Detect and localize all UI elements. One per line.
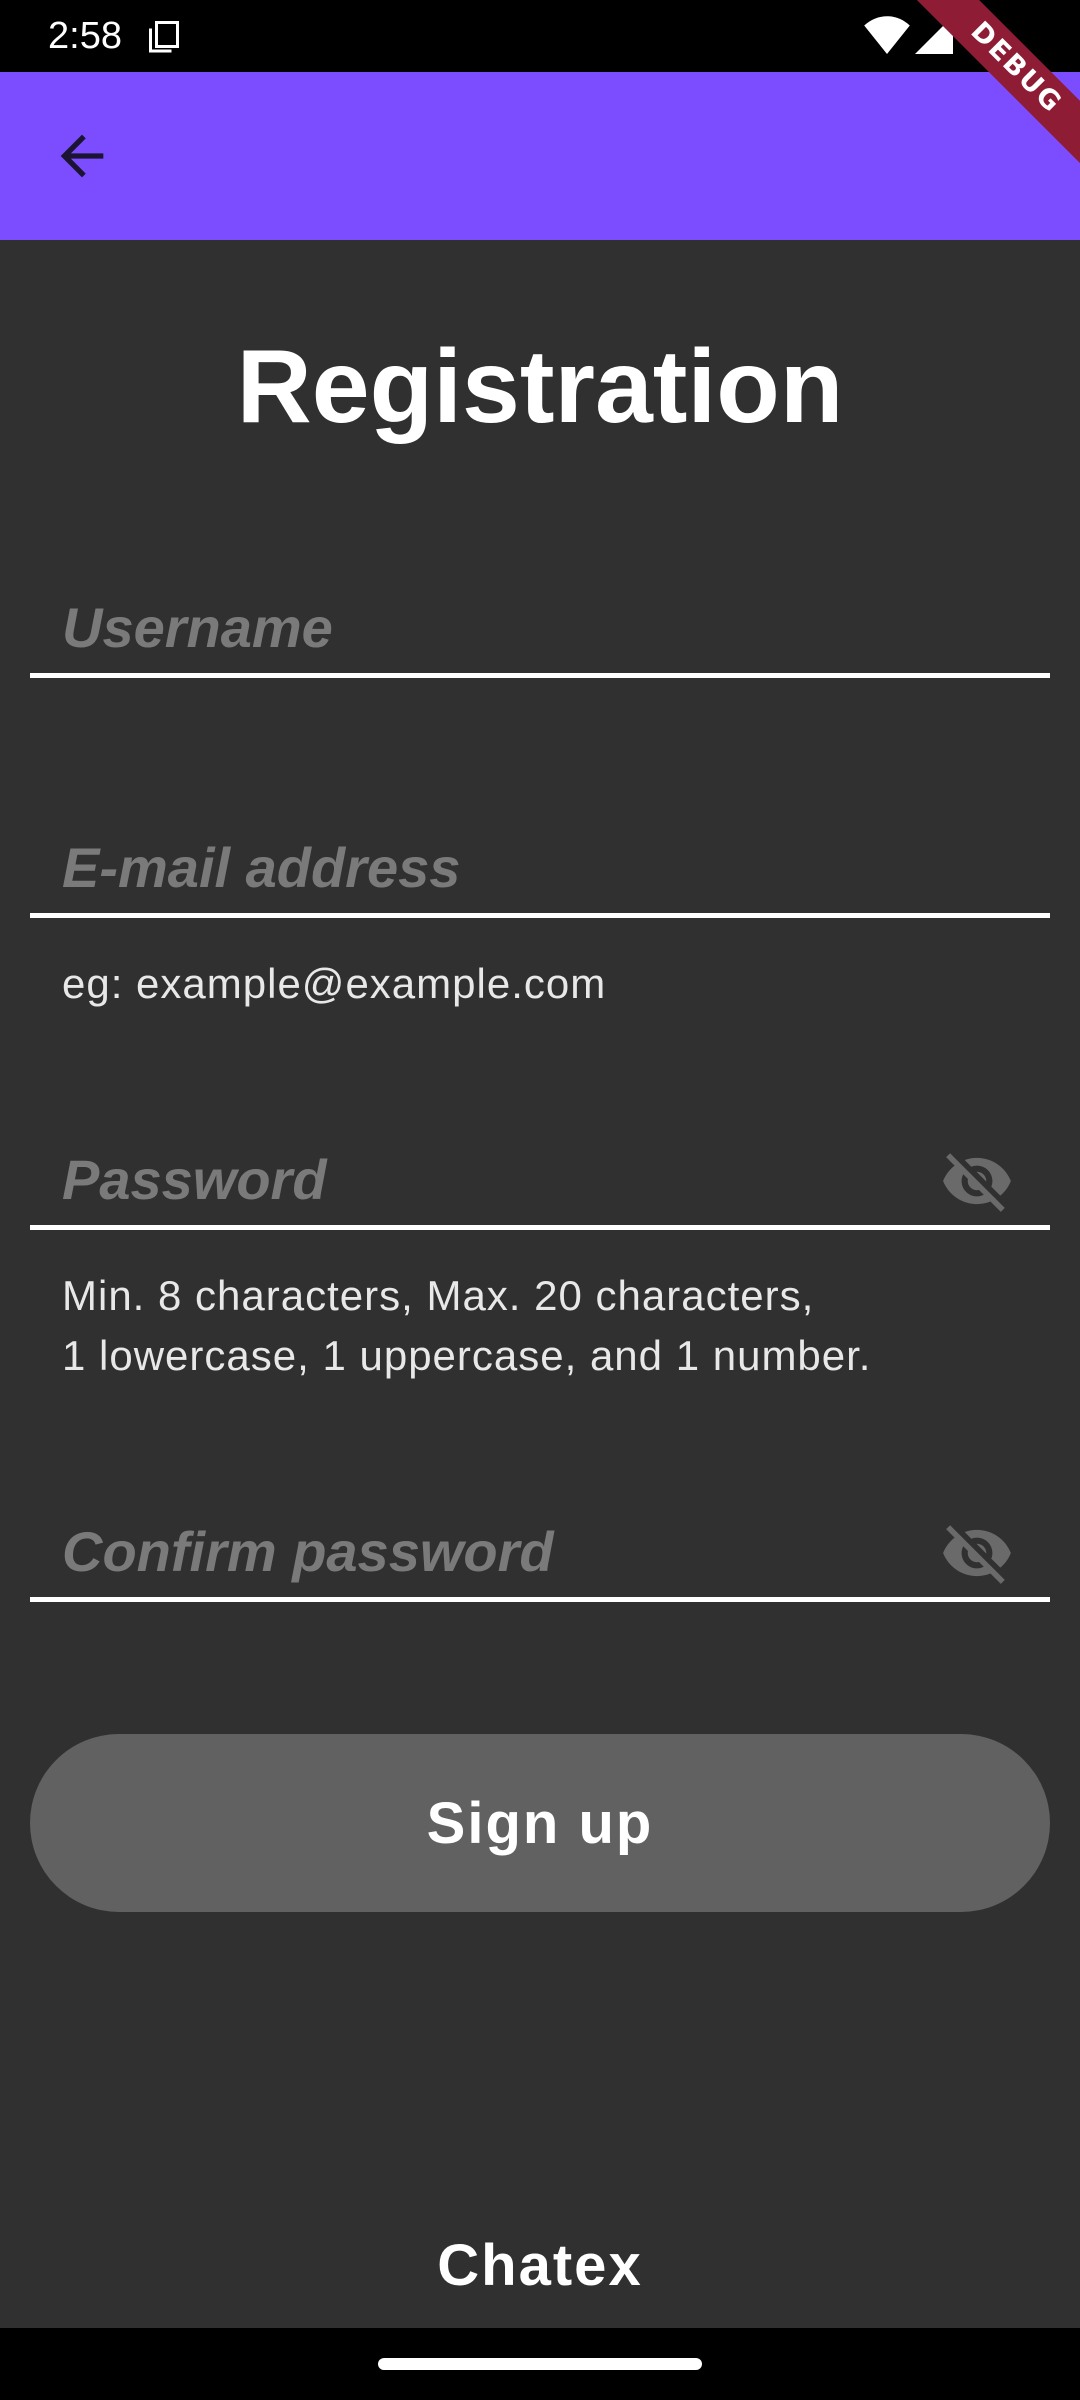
username-field[interactable] bbox=[30, 582, 1050, 678]
confirm-password-field-container bbox=[30, 1506, 1050, 1602]
password-helper-line-2: 1 lowercase, 1 uppercase, and 1 number. bbox=[62, 1332, 872, 1379]
cellular-signal-icon bbox=[915, 16, 953, 54]
sign-up-button[interactable]: Sign up bbox=[30, 1734, 1050, 1912]
visibility-off-icon[interactable] bbox=[940, 1516, 1014, 1590]
password-field-container bbox=[30, 1134, 1050, 1230]
app-bar bbox=[0, 72, 1080, 240]
navigation-bar bbox=[0, 2328, 1080, 2400]
copy-icon bbox=[149, 21, 179, 53]
password-field[interactable] bbox=[30, 1134, 1050, 1230]
username-field-container bbox=[30, 582, 1050, 678]
email-field[interactable] bbox=[30, 822, 1050, 918]
wifi-icon bbox=[864, 16, 910, 54]
status-time: 2:58 bbox=[48, 15, 122, 57]
confirm-password-field[interactable] bbox=[30, 1506, 1050, 1602]
visibility-off-icon[interactable] bbox=[940, 1144, 1014, 1218]
footer-brand: Chatex bbox=[437, 2233, 643, 2298]
home-indicator[interactable] bbox=[378, 2358, 702, 2370]
password-helper-line-1: Min. 8 characters, Max. 20 characters, bbox=[62, 1272, 815, 1319]
page-title: Registration bbox=[236, 329, 844, 445]
status-bar: 2:58 bbox=[0, 0, 1080, 72]
email-field-container bbox=[30, 822, 1050, 918]
email-helper-text: eg: example@example.com bbox=[62, 960, 607, 1007]
arrow-back-icon[interactable] bbox=[50, 124, 114, 188]
